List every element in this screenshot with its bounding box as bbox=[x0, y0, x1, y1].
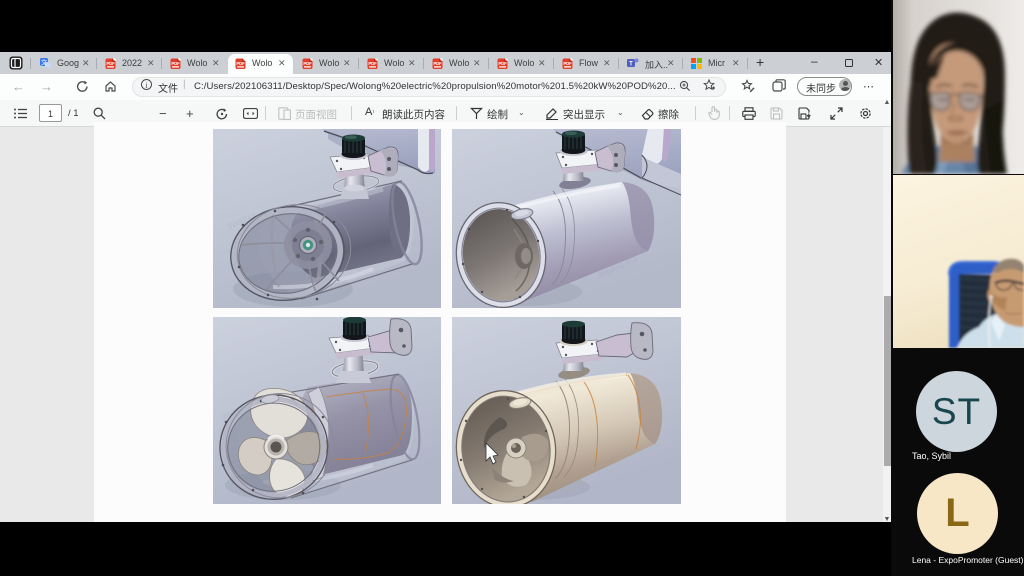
svg-text:PDF: PDF bbox=[236, 61, 245, 66]
svg-text:PDF: PDF bbox=[498, 61, 507, 66]
svg-text:PDF: PDF bbox=[303, 61, 312, 66]
svg-text:文: 文 bbox=[41, 58, 48, 67]
svg-text:PDF: PDF bbox=[171, 61, 180, 66]
svg-text:PDF: PDF bbox=[563, 61, 572, 66]
svg-text:PDF: PDF bbox=[106, 61, 115, 66]
svg-text:PDF: PDF bbox=[368, 61, 377, 66]
svg-text:PDF: PDF bbox=[433, 61, 442, 66]
svg-text:T: T bbox=[629, 61, 633, 67]
